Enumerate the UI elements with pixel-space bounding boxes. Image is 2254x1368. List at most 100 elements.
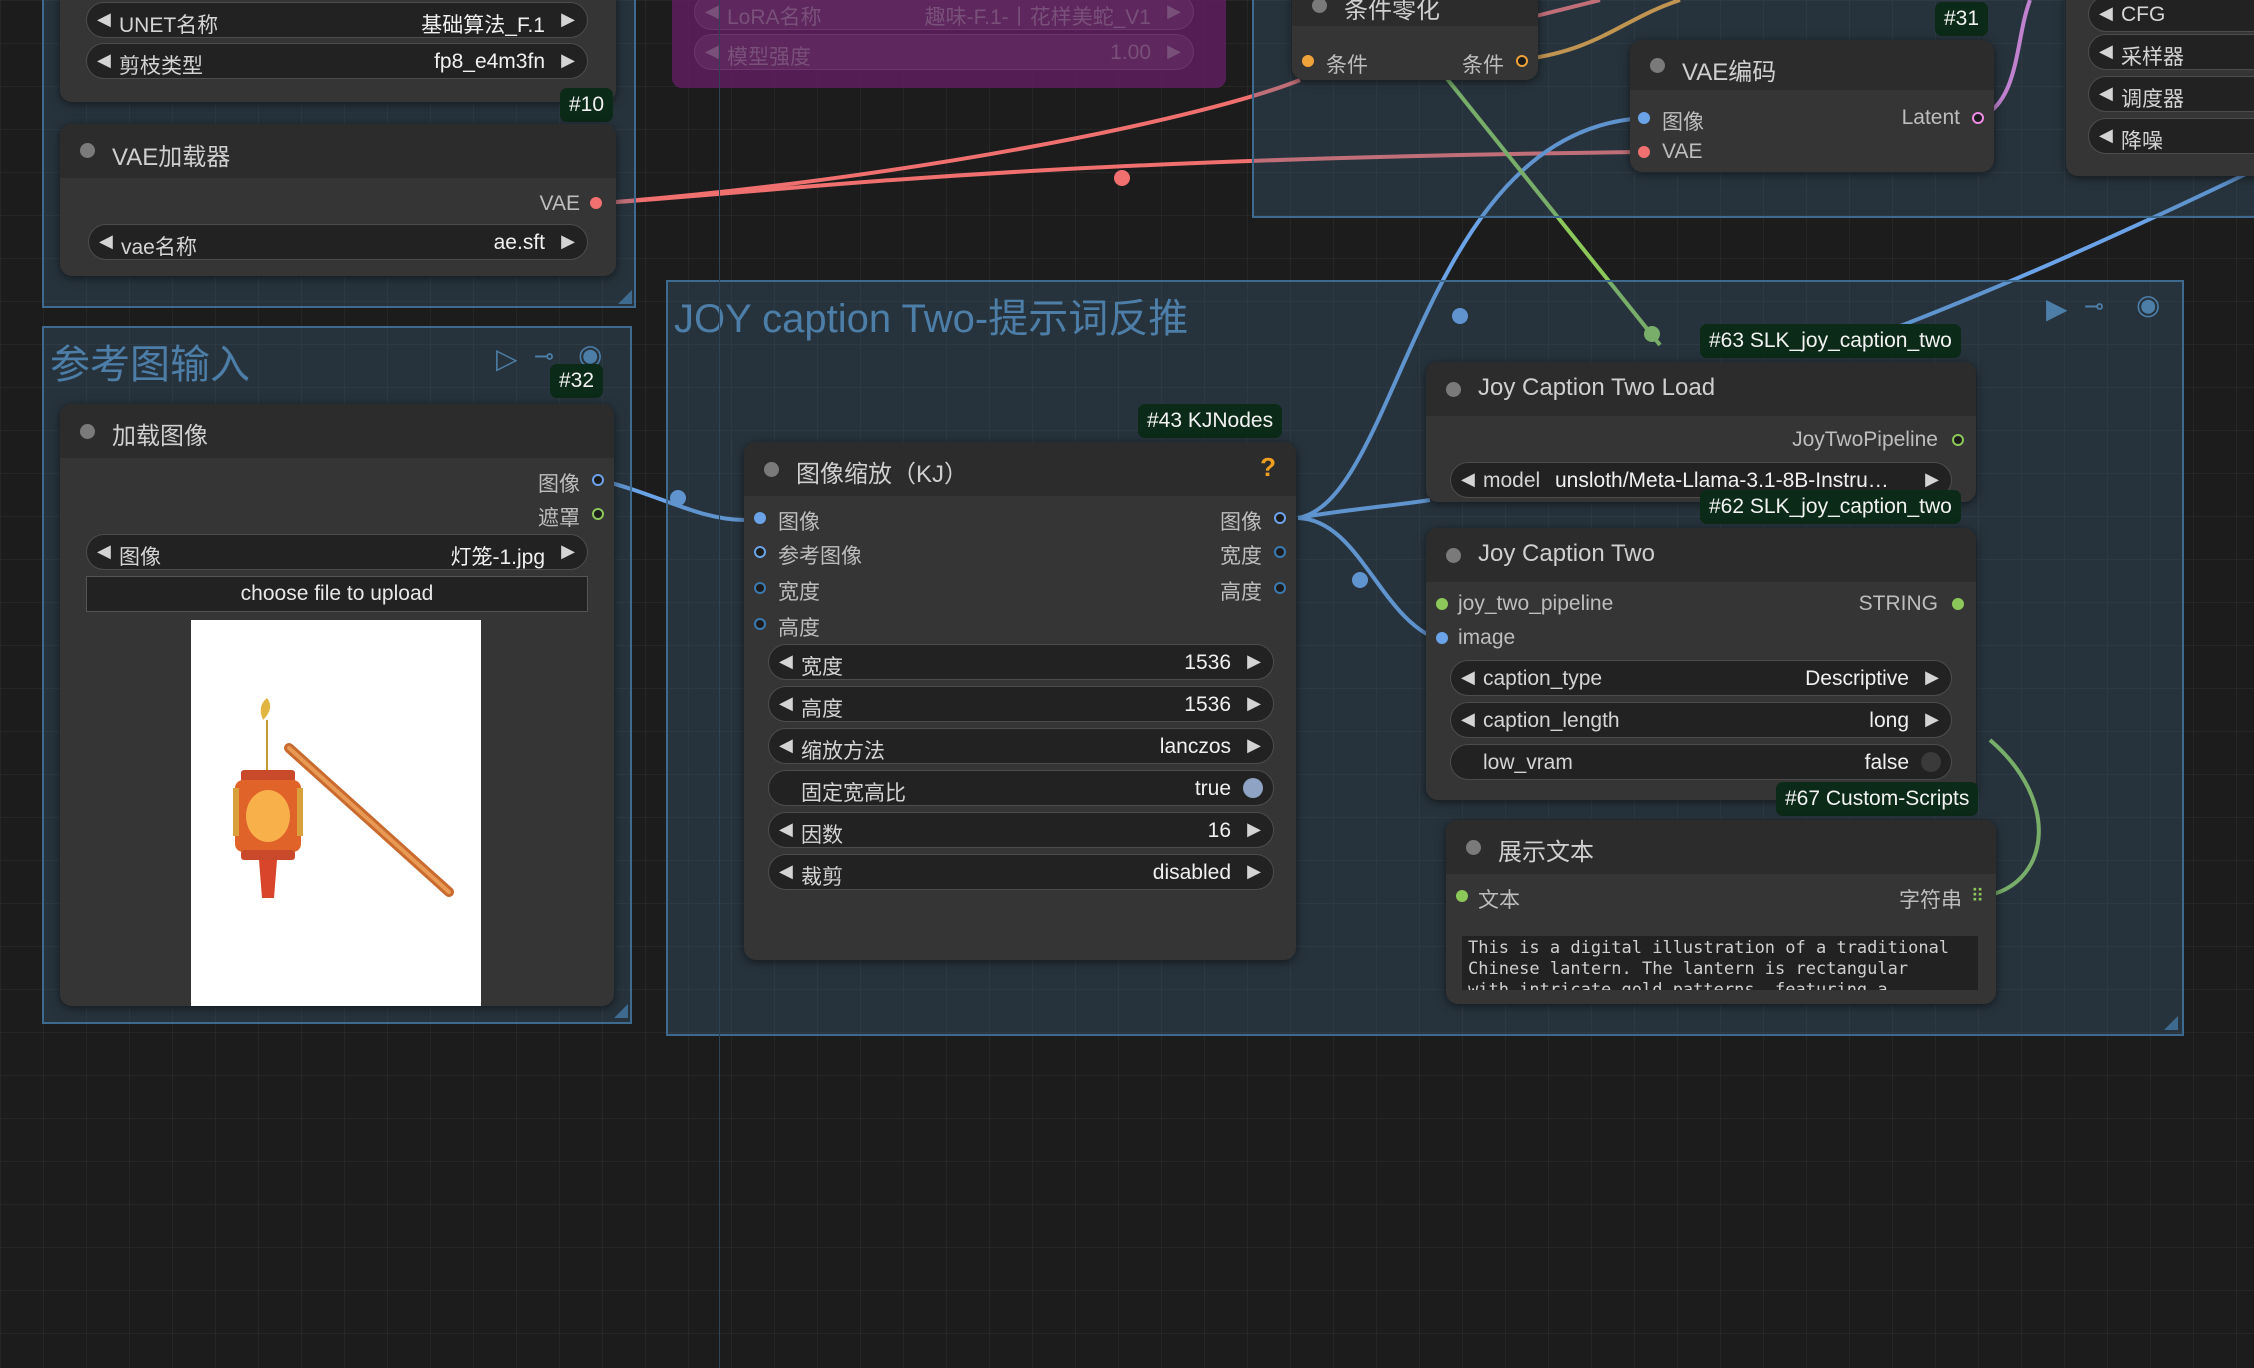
input-slot-image[interactable] — [1436, 632, 1448, 644]
low-vram-toggle[interactable]: low_vram false — [1450, 744, 1952, 780]
arrow-right-icon[interactable]: ▶ — [1247, 861, 1261, 882]
arrow-right-icon[interactable]: ▶ — [1925, 667, 1939, 688]
arrow-left-icon[interactable]: ◀ — [97, 50, 111, 71]
arrow-right-icon[interactable]: ▶ — [1167, 1, 1181, 22]
output-slot-vae[interactable] — [590, 197, 602, 209]
output-slot-mask[interactable] — [592, 508, 604, 520]
arrow-left-icon[interactable]: ◀ — [2099, 3, 2113, 24]
input-slot-text[interactable] — [1456, 890, 1468, 902]
input-slot-cond[interactable] — [1302, 55, 1314, 67]
input-slot-vae[interactable] — [1638, 146, 1650, 158]
output-slot-string[interactable] — [1952, 598, 1964, 610]
resize-handle-icon[interactable] — [614, 1004, 628, 1018]
output-slot-image[interactable] — [1274, 512, 1286, 524]
help-icon[interactable]: ? — [1260, 452, 1276, 483]
sampler-widget-2[interactable]: ◀ 调度器 — [2088, 76, 2254, 112]
arrow-right-icon[interactable]: ▶ — [1247, 651, 1261, 672]
crop-widget[interactable]: ◀ 裁剪 disabled ▶ — [768, 854, 1274, 890]
lora-name-widget[interactable]: ◀ LoRA名称 趣味-F.1-丨花样美蛇_V1 ▶ — [694, 0, 1194, 30]
arrow-right-icon[interactable]: ▶ — [561, 50, 575, 71]
arrow-right-icon[interactable]: ▶ — [1247, 693, 1261, 714]
lora-strength-widget[interactable]: ◀ 模型强度 1.00 ▶ — [694, 34, 1194, 70]
keep-ratio-toggle[interactable]: 固定宽高比 true — [768, 770, 1274, 806]
output-slot-cond[interactable] — [1516, 55, 1528, 67]
input-slot-image[interactable] — [1638, 112, 1650, 124]
upload-button[interactable]: choose file to upload — [86, 576, 588, 612]
arrow-left-icon[interactable]: ◀ — [99, 231, 113, 252]
sampler-node[interactable]: ◀ CFG ◀ 采样器 ◀ 调度器 ◀ 降噪 — [2066, 0, 2254, 176]
resize-handle-icon[interactable] — [2164, 1016, 2178, 1030]
width-widget[interactable]: ◀ 宽度 1536 ▶ — [768, 644, 1274, 680]
arrow-left-icon[interactable]: ◀ — [97, 9, 111, 30]
collapse-dot-icon[interactable] — [80, 424, 95, 439]
collapse-dot-icon[interactable] — [1466, 840, 1481, 855]
arrow-left-icon[interactable]: ◀ — [779, 693, 793, 714]
output-slot-width[interactable] — [1274, 546, 1286, 558]
arrow-left-icon[interactable]: ◀ — [705, 41, 719, 62]
output-slot-image[interactable] — [592, 474, 604, 486]
input-slot-image[interactable] — [754, 512, 766, 524]
vae-loader-node[interactable]: VAE加载器 VAE ◀ vae名称 ae.sft ▶ — [60, 124, 616, 276]
caption-type-widget[interactable]: ◀ caption_type Descriptive ▶ — [1450, 660, 1952, 696]
arrow-left-icon[interactable]: ◀ — [779, 735, 793, 756]
collapse-dot-icon[interactable] — [1446, 548, 1461, 563]
method-widget[interactable]: ◀ 缩放方法 lanczos ▶ — [768, 728, 1274, 764]
image-select-widget[interactable]: ◀ 图像 灯笼-1.jpg ▶ — [86, 534, 588, 570]
toggle-knob-icon[interactable] — [1243, 778, 1263, 798]
height-widget[interactable]: ◀ 高度 1536 ▶ — [768, 686, 1274, 722]
arrow-left-icon[interactable]: ◀ — [779, 651, 793, 672]
collapse-dot-icon[interactable] — [80, 143, 95, 158]
show-text-node[interactable]: 展示文本 文本 字符串 ⠿ This is a digital illustra… — [1446, 820, 1996, 1004]
arrow-right-icon[interactable]: ▶ — [1925, 469, 1939, 490]
bypass-icon[interactable]: ⊸ — [2084, 292, 2104, 321]
input-slot-height[interactable] — [754, 618, 766, 630]
text-display[interactable]: This is a digital illustration of a trad… — [1462, 936, 1978, 990]
play-icon[interactable]: ▷ — [496, 342, 518, 375]
joy-load-node[interactable]: Joy Caption Two Load JoyTwoPipeline ◀ mo… — [1426, 362, 1976, 502]
unet-name-widget[interactable]: ◀ UNET名称 基础算法_F.1 ▶ — [86, 2, 588, 38]
resize-handle-icon[interactable] — [618, 290, 632, 304]
arrow-left-icon[interactable]: ◀ — [1461, 469, 1475, 490]
output-slot-height[interactable] — [1274, 582, 1286, 594]
load-image-node[interactable]: 加载图像 图像 遮罩 ◀ 图像 灯笼-1.jpg ▶ choose file t… — [60, 404, 614, 1006]
arrow-right-icon[interactable]: ▶ — [1167, 41, 1181, 62]
arrow-right-icon[interactable]: ▶ — [561, 541, 575, 562]
arrow-right-icon[interactable]: ▶ — [1925, 709, 1939, 730]
arrow-right-icon[interactable]: ▶ — [1247, 819, 1261, 840]
arrow-left-icon[interactable]: ◀ — [97, 541, 111, 562]
input-slot-ref-image[interactable] — [754, 546, 766, 558]
unet-loader-node[interactable]: ◀ UNET名称 基础算法_F.1 ▶ ◀ 剪枝类型 fp8_e4m3fn ▶ — [60, 0, 616, 102]
arrow-left-icon[interactable]: ◀ — [705, 1, 719, 22]
arrow-left-icon[interactable]: ◀ — [1461, 667, 1475, 688]
arrow-right-icon[interactable]: ▶ — [561, 9, 575, 30]
toggle-knob-icon[interactable] — [1921, 752, 1941, 772]
output-slot-pipeline[interactable] — [1952, 434, 1964, 446]
eye-icon[interactable]: ◉ — [2136, 288, 2160, 321]
vae-encode-node[interactable]: VAE编码 图像 VAE Latent — [1630, 40, 1994, 172]
collapse-dot-icon[interactable] — [1650, 58, 1665, 73]
grid-output-icon[interactable]: ⠿ — [1971, 886, 1984, 907]
arrow-left-icon[interactable]: ◀ — [779, 819, 793, 840]
arrow-left-icon[interactable]: ◀ — [2099, 125, 2113, 146]
play-icon[interactable]: ▶ — [2046, 292, 2068, 325]
arrow-left-icon[interactable]: ◀ — [2099, 41, 2113, 62]
arrow-right-icon[interactable]: ▶ — [1247, 735, 1261, 756]
image-resize-node[interactable]: 图像缩放（KJ） ? 图像 参考图像 宽度 高度 图像 宽度 高度 ◀ 宽度 1… — [744, 442, 1296, 960]
sampler-widget-3[interactable]: ◀ 降噪 — [2088, 118, 2254, 154]
arrow-left-icon[interactable]: ◀ — [2099, 83, 2113, 104]
arrow-left-icon[interactable]: ◀ — [1461, 709, 1475, 730]
arrow-left-icon[interactable]: ◀ — [779, 861, 793, 882]
caption-length-widget[interactable]: ◀ caption_length long ▶ — [1450, 702, 1952, 738]
collapse-dot-icon[interactable] — [764, 462, 779, 477]
vae-name-widget[interactable]: ◀ vae名称 ae.sft ▶ — [88, 224, 588, 260]
factor-widget[interactable]: ◀ 因数 16 ▶ — [768, 812, 1274, 848]
output-slot-latent[interactable] — [1972, 112, 1984, 124]
input-slot-pipeline[interactable] — [1436, 598, 1448, 610]
collapse-dot-icon[interactable] — [1446, 382, 1461, 397]
joy-caption-node[interactable]: Joy Caption Two joy_two_pipeline image S… — [1426, 528, 1976, 800]
sampler-widget-0[interactable]: ◀ CFG — [2088, 0, 2254, 32]
cond-zero-node[interactable]: 条件零化 条件 条件 — [1292, 0, 1538, 80]
arrow-right-icon[interactable]: ▶ — [561, 231, 575, 252]
sampler-widget-1[interactable]: ◀ 采样器 — [2088, 34, 2254, 70]
clip-type-widget[interactable]: ◀ 剪枝类型 fp8_e4m3fn ▶ — [86, 43, 588, 79]
